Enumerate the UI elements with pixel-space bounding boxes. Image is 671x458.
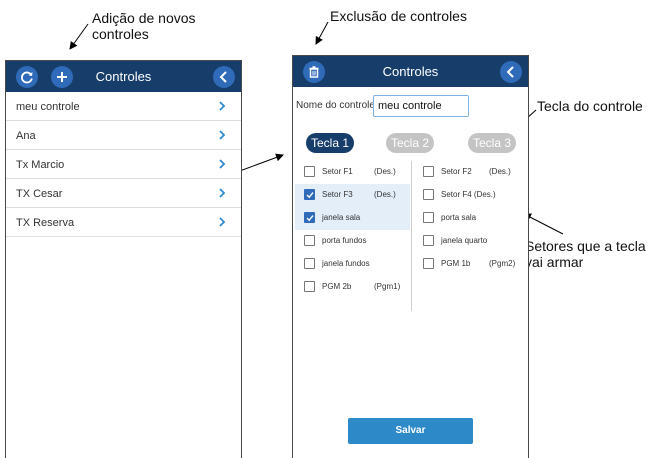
arrow-add: [69, 23, 89, 50]
sector-status: (Des.): [374, 167, 396, 176]
sector-item[interactable]: Setor F3 (Des.): [295, 184, 410, 207]
sector-item[interactable]: janela sala: [295, 207, 410, 230]
sector-checkbox[interactable]: [423, 166, 434, 177]
app-bar-title: Controles: [95, 69, 152, 84]
save-button[interactable]: Salvar: [348, 418, 473, 444]
app-bar: Controles: [6, 61, 241, 92]
list-item-label: Ana: [16, 130, 36, 142]
chevron-left-icon: [506, 66, 514, 78]
sector-item[interactable]: Setor F2 (Des.): [414, 161, 529, 184]
list-item-label: TX Reserva: [16, 217, 75, 229]
control-name-input[interactable]: [373, 95, 469, 117]
sector-checkbox[interactable]: [423, 258, 434, 269]
control-edit-screen: Controles Nome do controle Tecla 1 Tecla…: [292, 55, 529, 458]
list-item-label: TX Cesar: [16, 188, 63, 200]
sector-checkbox[interactable]: [304, 166, 315, 177]
sector-name: Setor F4 (Des.): [441, 190, 496, 199]
sector-checkbox[interactable]: [304, 235, 315, 246]
annotation-sectors-line2: vai armar: [525, 254, 584, 270]
sectors-grid: Setor F1 (Des.) Setor F3 (Des.) janela sala p…: [293, 161, 528, 311]
list-item[interactable]: TX Reserva: [6, 208, 241, 237]
controls-list-screen: Controles meu controle Ana Tx Marcio TX …: [5, 60, 242, 458]
tab-tecla-1[interactable]: Tecla 1: [306, 133, 354, 153]
sector-checkbox-checked[interactable]: [304, 189, 315, 200]
chevron-right-icon: [219, 188, 226, 198]
sector-status: (Pgm2): [489, 259, 516, 268]
list-item-label: meu controle: [16, 101, 80, 113]
sector-name: janela fundos: [322, 259, 370, 268]
column-divider: [411, 161, 412, 311]
sector-name: Setor F1: [322, 167, 353, 176]
control-name-label: Nome do controle: [296, 100, 375, 111]
sector-name: porta fundos: [322, 236, 367, 245]
sector-item[interactable]: PGM 1b (Pgm2): [414, 253, 529, 276]
list-item[interactable]: meu controle: [6, 92, 241, 121]
list-item[interactable]: Tx Marcio: [6, 150, 241, 179]
chevron-right-icon: [219, 159, 226, 169]
chevron-left-icon: [219, 71, 227, 83]
sector-name: janela sala: [322, 213, 361, 222]
back-button[interactable]: [500, 61, 522, 83]
annotation-control-key: Tecla do controle: [537, 98, 643, 114]
sector-checkbox[interactable]: [304, 281, 315, 292]
tab-tecla-3[interactable]: Tecla 3: [468, 133, 516, 153]
sector-item[interactable]: Setor F1 (Des.): [295, 161, 410, 184]
sector-name: porta sala: [441, 213, 477, 222]
app-bar: Controles: [293, 56, 528, 87]
sector-name: janela quarto: [441, 236, 488, 245]
annotation-add-controls: Adição de novos controles: [92, 10, 196, 42]
sector-name: Setor F2: [441, 167, 472, 176]
arrow-between-screens: [236, 153, 284, 173]
annotation-sectors: Setores que a tecla vai armar: [525, 238, 671, 270]
sector-name: Setor F3: [322, 190, 353, 199]
controls-list: meu controle Ana Tx Marcio TX Cesar TX R…: [6, 92, 241, 237]
tab-tecla-2[interactable]: Tecla 2: [386, 133, 434, 153]
sector-name: PGM 1b: [441, 259, 471, 268]
app-bar-title: Controles: [382, 64, 439, 79]
sector-item[interactable]: Setor F4 (Des.): [414, 184, 529, 207]
list-item[interactable]: Ana: [6, 121, 241, 150]
check-icon: [306, 215, 314, 222]
sector-checkbox[interactable]: [423, 235, 434, 246]
sector-checkbox-checked[interactable]: [304, 212, 315, 223]
sector-checkbox[interactable]: [423, 212, 434, 223]
arrow-delete: [315, 21, 329, 45]
sector-item[interactable]: janela fundos: [295, 253, 410, 276]
chevron-right-icon: [219, 101, 226, 111]
annotation-add-line1: Adição de novos: [92, 10, 196, 26]
annotation-delete-controls: Exclusão de controles: [330, 8, 467, 24]
back-button[interactable]: [213, 66, 235, 88]
arrow-sectors: [523, 213, 564, 235]
check-icon: [306, 192, 314, 199]
chevron-right-icon: [219, 217, 226, 227]
sector-status: (Des.): [374, 190, 396, 199]
chevron-right-icon: [219, 130, 226, 140]
sector-item[interactable]: PGM 2b (Pgm1): [295, 276, 410, 299]
sector-item[interactable]: porta sala: [414, 207, 529, 230]
sector-status: (Des.): [489, 167, 511, 176]
sector-name: PGM 2b: [322, 282, 352, 291]
annotation-sectors-line1: Setores que a tecla: [525, 238, 646, 254]
sector-checkbox[interactable]: [423, 189, 434, 200]
list-item[interactable]: TX Cesar: [6, 179, 241, 208]
sector-checkbox[interactable]: [304, 258, 315, 269]
sector-item[interactable]: porta fundos: [295, 230, 410, 253]
sector-status: (Pgm1): [374, 282, 401, 291]
annotation-add-line2: controles: [92, 26, 149, 42]
list-item-label: Tx Marcio: [16, 159, 65, 171]
sector-item[interactable]: janela quarto: [414, 230, 529, 253]
